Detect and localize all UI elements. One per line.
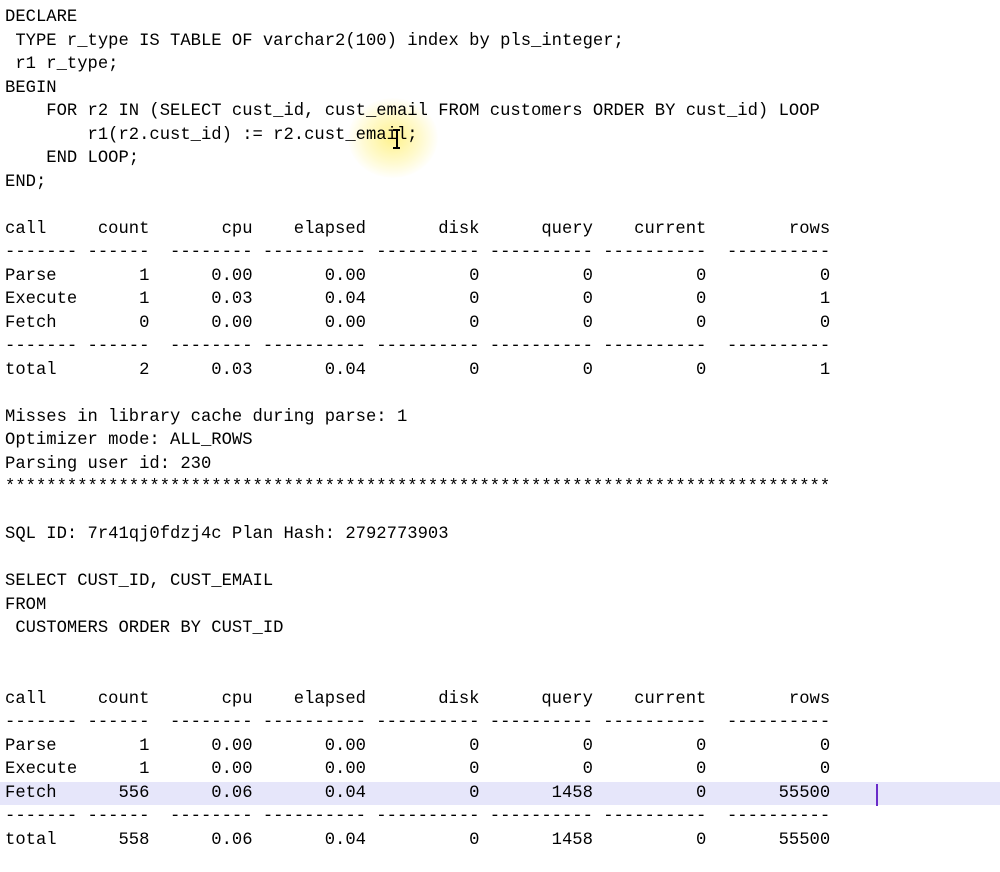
editor-line: ------- ------ -------- ---------- -----… xyxy=(5,243,831,262)
editor-line: ------- ------ -------- ---------- -----… xyxy=(5,713,831,732)
editor-line: total 558 0.06 0.04 0 1458 0 55500 xyxy=(5,830,831,850)
editor-line: ------- ------ -------- ---------- -----… xyxy=(5,807,831,826)
editor-line: Optimizer mode: ALL_ROWS xyxy=(5,431,253,450)
trace-file-editor[interactable]: DECLARE TYPE r_type IS TABLE OF varchar2… xyxy=(0,0,1000,872)
editor-line: END; xyxy=(5,172,47,192)
editor-line: SQL ID: 7r41qj0fdzj4c Plan Hash: 2792773… xyxy=(5,525,449,544)
editor-line: END LOOP; xyxy=(5,149,140,168)
editor-line: CUSTOMERS ORDER BY CUST_ID xyxy=(5,619,284,638)
editor-line: Parse 1 0.00 0.00 0 0 0 0 xyxy=(5,736,831,756)
editor-line: FOR r2 IN (SELECT cust_id, cust_email FR… xyxy=(5,102,820,121)
editor-line: SELECT CUST_ID, CUST_EMAIL xyxy=(5,572,274,591)
editor-line: BEGIN xyxy=(5,78,57,98)
editor-line: Misses in library cache during parse: 1 xyxy=(5,407,408,427)
text-cursor-icon xyxy=(393,129,400,149)
text-caret xyxy=(876,784,878,806)
editor-line: Parsing user id: 230 xyxy=(5,454,212,474)
editor-line: call count cpu elapsed disk query curren… xyxy=(5,689,831,709)
editor-line: FROM xyxy=(5,595,47,615)
editor-line: r1(r2.cust_id) := r2.cust_email; xyxy=(5,125,418,145)
editor-line: Parse 1 0.00 0.00 0 0 0 0 xyxy=(5,266,831,286)
editor-line: Fetch 556 0.06 0.04 0 1458 0 55500 xyxy=(5,783,831,803)
editor-line: DECLARE xyxy=(5,8,78,27)
editor-line: Fetch 0 0.00 0.00 0 0 0 0 xyxy=(5,313,831,333)
editor-line: call count cpu elapsed disk query curren… xyxy=(5,219,831,239)
editor-line: ****************************************… xyxy=(5,478,831,497)
editor-line: ------- ------ -------- ---------- -----… xyxy=(5,337,831,356)
editor-line: r1 r_type; xyxy=(5,55,119,74)
editor-line: Execute 1 0.03 0.04 0 0 0 1 xyxy=(5,290,831,309)
editor-line: TYPE r_type IS TABLE OF varchar2(100) in… xyxy=(5,31,624,51)
editor-line: total 2 0.03 0.04 0 0 0 1 xyxy=(5,360,831,380)
editor-line: Execute 1 0.00 0.00 0 0 0 0 xyxy=(5,760,831,779)
